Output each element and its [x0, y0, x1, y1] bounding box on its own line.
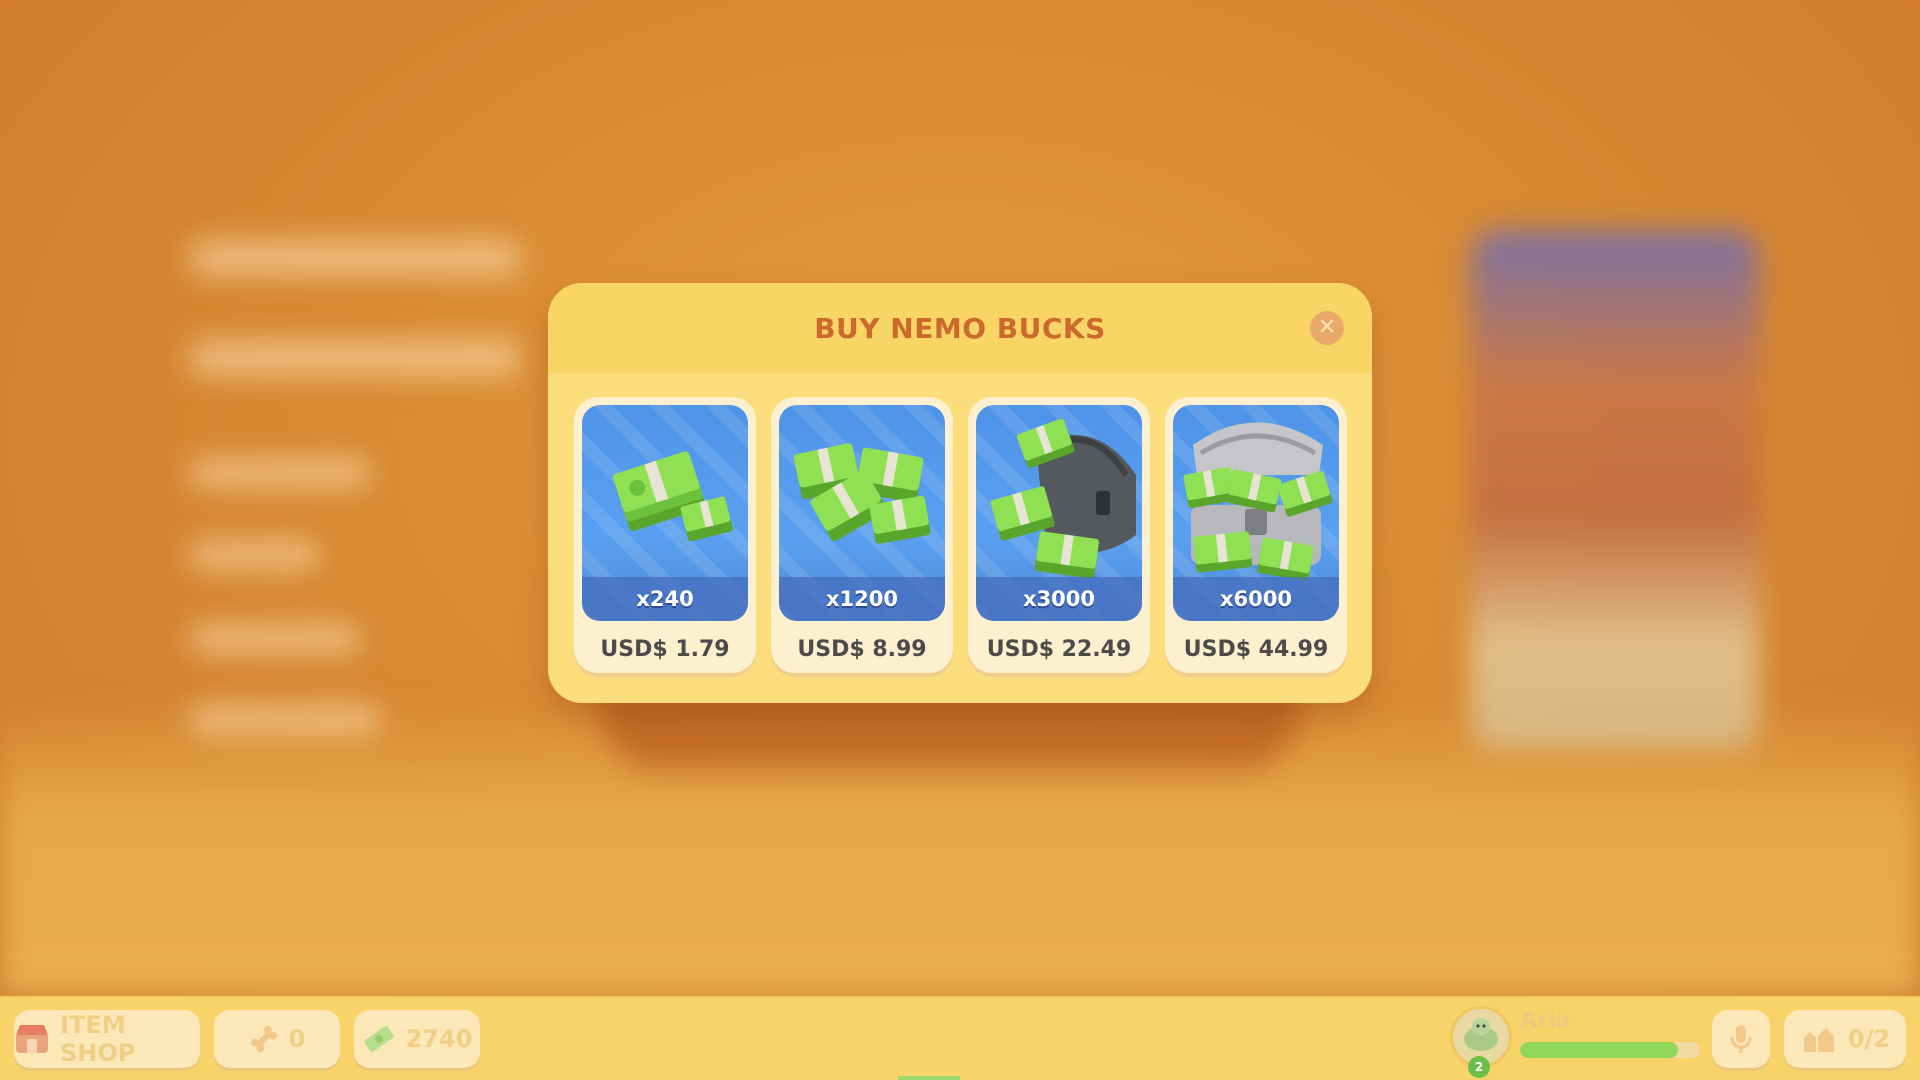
- offer-quantity: x240: [636, 587, 694, 611]
- shop-icon: [14, 1023, 50, 1055]
- player-name: Aria: [1520, 1008, 1571, 1033]
- offer-quantity: x6000: [1220, 587, 1292, 611]
- microphone-button[interactable]: [1712, 1010, 1770, 1068]
- background-card: [1470, 230, 1760, 750]
- buy-bucks-modal: BUY NEMO BUCKS ✕ x240 USD$ 1.79 x1200 US…: [548, 283, 1372, 703]
- offer-price: USD$ 8.99: [797, 637, 927, 662]
- item-shop-button[interactable]: ITEM SHOP: [14, 1010, 200, 1068]
- close-button[interactable]: ✕: [1310, 311, 1344, 345]
- modal-title: BUY NEMO BUCKS: [814, 311, 1106, 345]
- background-blur-block: [190, 340, 520, 376]
- party-icon: [1800, 1024, 1838, 1054]
- offer-quantity: x1200: [826, 587, 898, 611]
- background-blur-block: [190, 624, 360, 654]
- background-blur-block: [190, 540, 320, 570]
- background-blur-block: [190, 704, 380, 734]
- offer-card-6000[interactable]: x6000 USD$ 44.99: [1165, 397, 1347, 673]
- background-blur-block: [190, 458, 370, 488]
- offer-card-1200[interactable]: x1200 USD$ 8.99: [771, 397, 953, 673]
- offer-card-240[interactable]: x240 USD$ 1.79: [574, 397, 756, 673]
- offer-price: USD$ 1.79: [600, 637, 730, 662]
- bag-of-cash-icon: [990, 418, 1136, 579]
- pile-of-cash-icon: [793, 443, 931, 544]
- active-indicator: [898, 1076, 960, 1080]
- offer-image: x240: [582, 405, 748, 621]
- item-shop-label: ITEM SHOP: [60, 1011, 136, 1067]
- offer-card-3000[interactable]: x3000 USD$ 22.49: [968, 397, 1150, 673]
- offer-price: USD$ 44.99: [1183, 637, 1329, 662]
- bones-count: 0: [288, 1025, 306, 1053]
- xp-bar: [1520, 1042, 1700, 1058]
- quantity-bar: x3000: [976, 577, 1142, 621]
- bones-counter[interactable]: 0: [214, 1010, 340, 1068]
- small-cash-stack-icon: [613, 451, 733, 542]
- quantity-bar: x240: [582, 577, 748, 621]
- microphone-icon: [1728, 1023, 1754, 1055]
- offer-price: USD$ 22.49: [986, 637, 1132, 662]
- chest-of-cash-icon: [1183, 422, 1333, 582]
- offer-quantity: x3000: [1023, 587, 1095, 611]
- bottom-bar: ITEM SHOP 0 2740 2 Aria 0/2: [0, 996, 1920, 1080]
- cash-icon: [362, 1024, 396, 1054]
- player-level-badge: 2: [1468, 1056, 1490, 1078]
- party-count: 0/2: [1847, 1025, 1891, 1053]
- offer-image: x6000: [1173, 405, 1339, 621]
- bucks-count: 2740: [405, 1025, 473, 1053]
- offer-image: x3000: [976, 405, 1142, 621]
- bucks-counter[interactable]: 2740: [354, 1010, 480, 1068]
- bone-icon: [249, 1024, 279, 1054]
- party-button[interactable]: 0/2: [1784, 1010, 1906, 1068]
- modal-header: BUY NEMO BUCKS ✕: [548, 283, 1372, 373]
- close-icon: ✕: [1317, 315, 1337, 340]
- quantity-bar: x6000: [1173, 577, 1339, 621]
- quantity-bar: x1200: [779, 577, 945, 621]
- offer-image: x1200: [779, 405, 945, 621]
- xp-bar-fill: [1520, 1042, 1679, 1058]
- background-blur-block: [190, 240, 520, 276]
- offer-list: x240 USD$ 1.79 x1200 USD$ 8.99 x3000 USD…: [548, 397, 1372, 673]
